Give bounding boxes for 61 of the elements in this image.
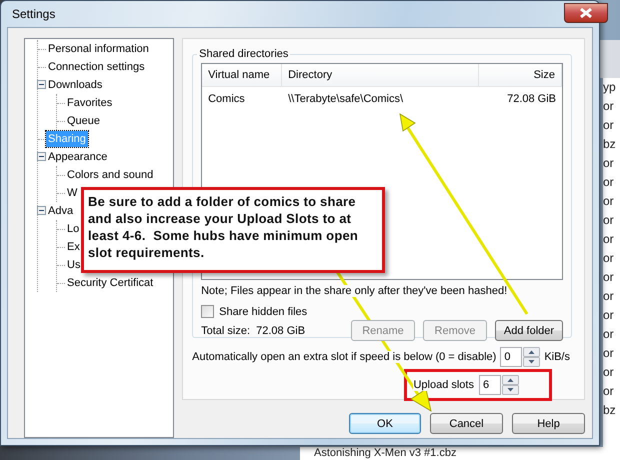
column-header[interactable]: Virtual name: [202, 64, 282, 86]
tree-item[interactable]: Favorites: [65, 95, 114, 111]
close-icon[interactable]: [564, 3, 608, 23]
total-size: Total size: 72.08 GiB: [201, 324, 306, 336]
file-type: yp: [603, 79, 617, 96]
file-type: or: [603, 364, 615, 381]
ok-button[interactable]: OK: [349, 413, 421, 434]
upload-slots-field[interactable]: 6: [479, 375, 501, 395]
unit-label: KiB/s: [544, 351, 570, 363]
add-folder-button[interactable]: Add folder: [495, 320, 563, 341]
tree-item[interactable]: Personal information: [46, 41, 151, 57]
table-cell-text: \\Terabyte\safe\Comics\: [287, 92, 404, 107]
group-title: Shared directories: [198, 48, 290, 60]
checkbox[interactable]: [201, 305, 214, 318]
file-type: bz: [603, 402, 617, 419]
file-type: or: [603, 288, 615, 305]
file-type: or: [603, 155, 615, 172]
tree-item[interactable]: Us: [65, 257, 82, 273]
extra-slot-label: Automatically open an extra slot if speed is below (0 = disable): [192, 351, 496, 363]
column-header[interactable]: Directory: [282, 64, 480, 86]
tree-item[interactable]: Downloads: [46, 77, 104, 93]
tree-item[interactable]: Connection settings: [46, 59, 147, 75]
file-type: or: [603, 193, 615, 210]
file-type: or: [603, 212, 615, 229]
list-header: [600, 40, 620, 78]
spinner-arrows-icon[interactable]: [502, 375, 519, 395]
collapse-icon[interactable]: [37, 206, 46, 215]
file-type: or: [603, 307, 615, 324]
spinner-arrows-icon[interactable]: [523, 347, 540, 367]
tree-item[interactable]: Lo: [65, 221, 82, 237]
file-type: or: [603, 326, 615, 343]
file-type: or: [603, 269, 615, 286]
window-title: Settings: [12, 7, 56, 21]
note-text: Note; Files appear in the share only after they've been hashed!: [201, 285, 508, 297]
tree-item[interactable]: Queue: [65, 113, 102, 129]
upload-slots-label: Upload slots: [413, 379, 474, 391]
tree-item[interactable]: Ex: [65, 239, 82, 255]
tree-item[interactable]: Security Certificat: [65, 275, 156, 291]
tree-item[interactable]: W: [65, 185, 80, 201]
file-type: or: [603, 117, 615, 134]
file-name: Astonishing X-Men v3 #1.cbz: [300, 447, 603, 460]
file-type: or: [603, 250, 615, 267]
help-button[interactable]: Help: [512, 413, 585, 434]
file-type: bz: [603, 136, 617, 153]
table-cell-text: Comics: [207, 92, 246, 107]
checkbox-label[interactable]: Share hidden files: [219, 306, 308, 318]
tree-item[interactable]: Colors and sound: [65, 167, 156, 183]
file-type: or: [603, 98, 615, 115]
collapse-icon[interactable]: [37, 80, 46, 89]
cancel-button[interactable]: Cancel: [430, 413, 503, 434]
table-cell-text: 72.08 GiB: [506, 92, 557, 107]
file-type: or: [603, 231, 615, 248]
tree-item[interactable]: Adva: [46, 203, 76, 219]
collapse-icon[interactable]: [37, 152, 46, 161]
file-type: or: [603, 174, 615, 191]
speed-field[interactable]: 0: [500, 347, 522, 367]
callout-tooltip: Be sure to add a folder of comics to share and also increase your Upload Slots to at least 4-6. Some hubs have minimum open slot requirements.: [81, 187, 385, 273]
tree-item[interactable]: Appearance: [46, 149, 110, 165]
file-type: or: [603, 383, 615, 400]
column-header[interactable]: Size: [479, 64, 562, 86]
file-type: or: [603, 345, 615, 362]
